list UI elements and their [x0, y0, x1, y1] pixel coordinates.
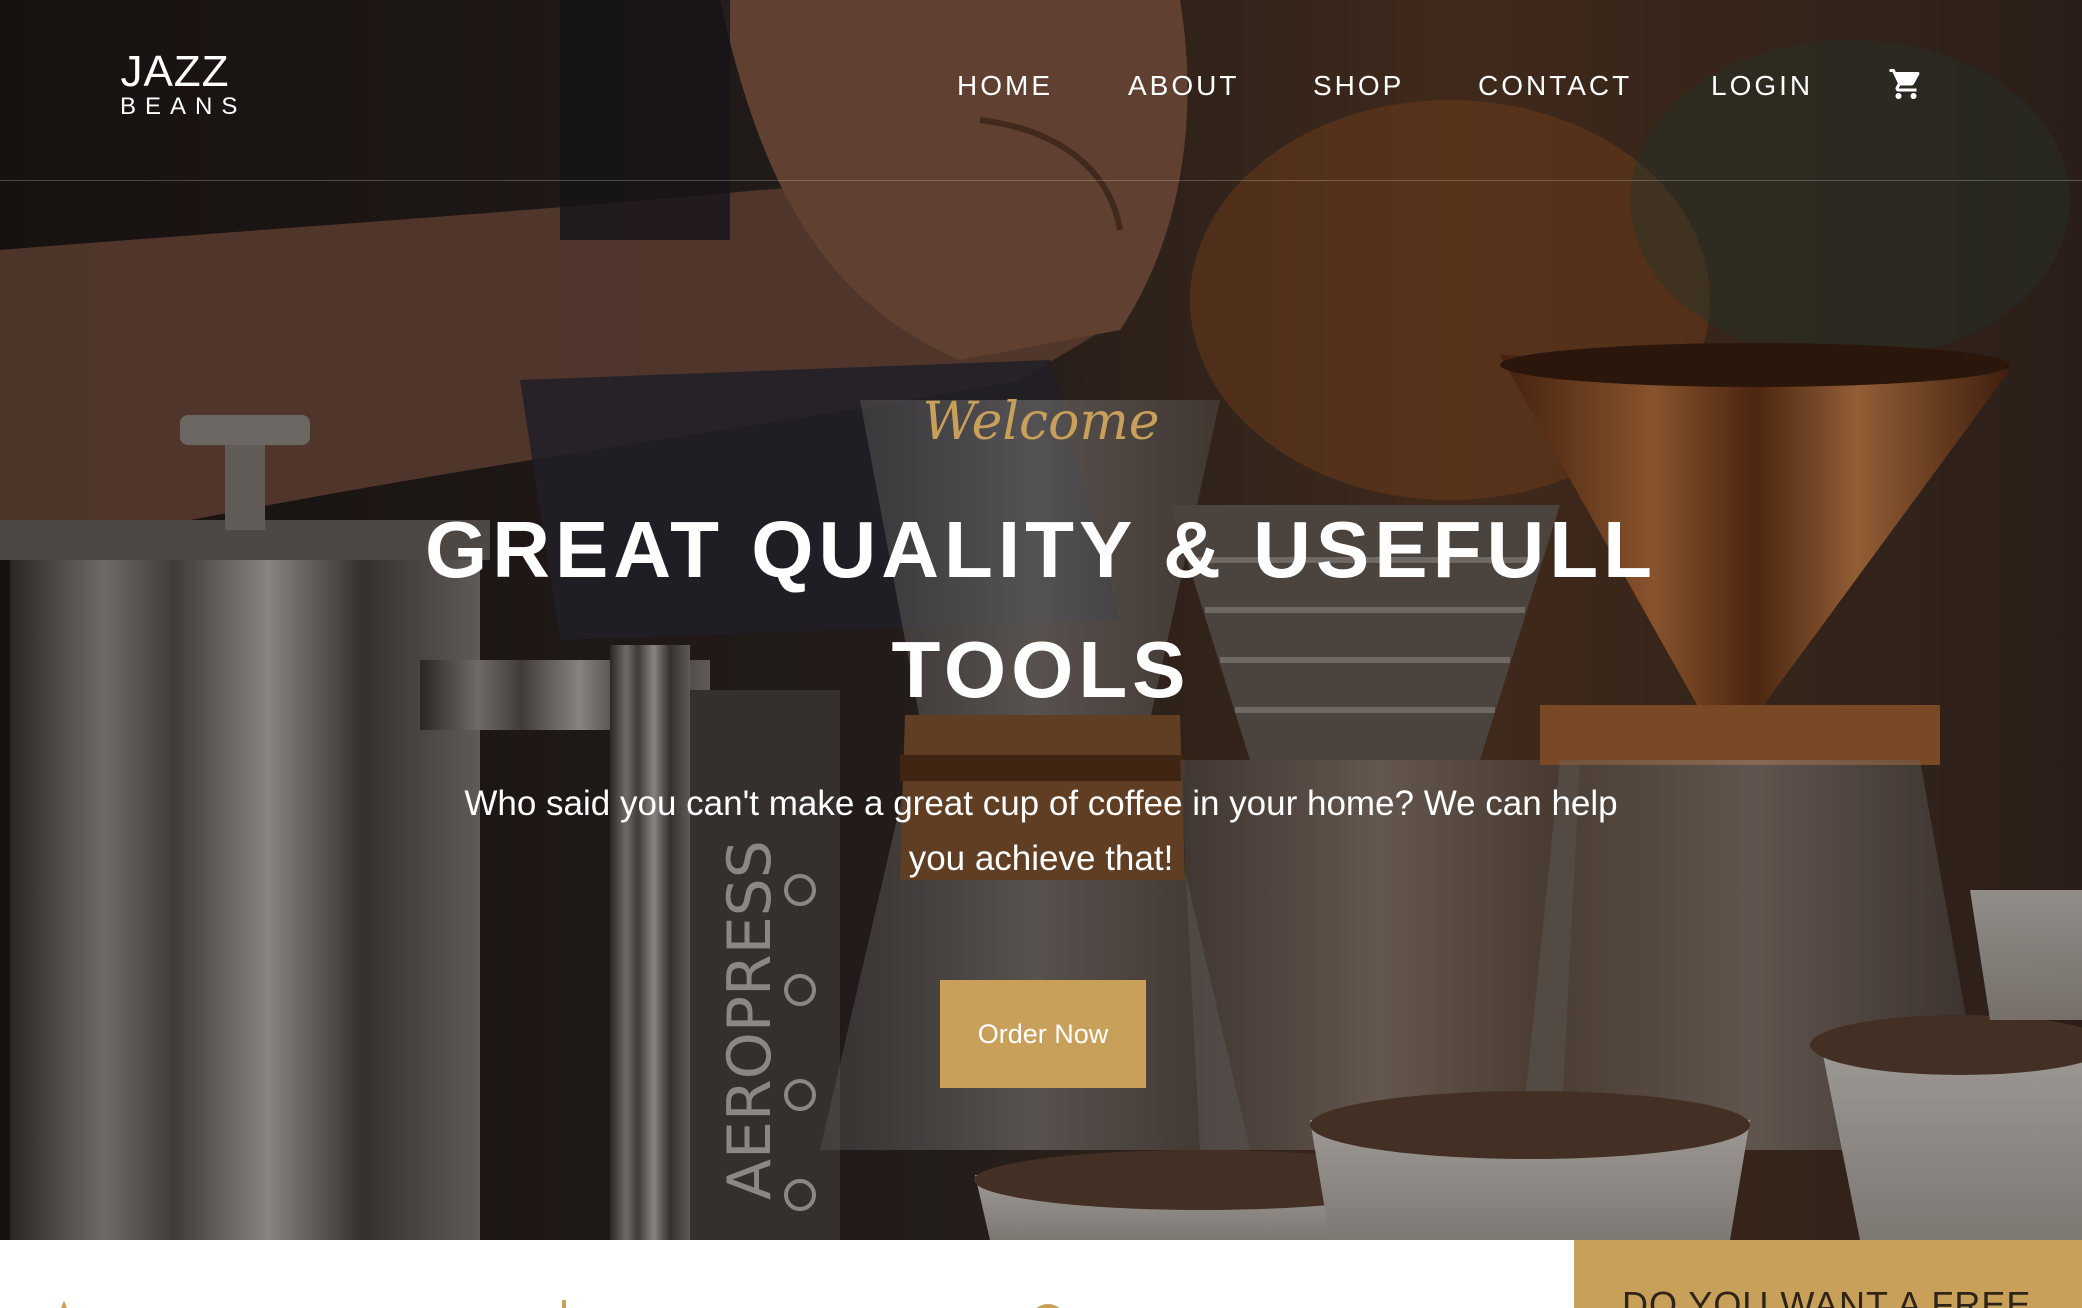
hero-subtitle: Who said you can't make a great cup of c…	[464, 784, 1618, 878]
hero-section: AEROPRESS JAZZ BEANS HOME ABOUT SHOP CON…	[0, 0, 2082, 1240]
brand-logo[interactable]: JAZZ BEANS	[112, 50, 238, 120]
nav-about[interactable]: ABOUT	[1128, 70, 1239, 102]
nav-shop[interactable]: SHOP	[1313, 70, 1404, 102]
site-header: JAZZ BEANS HOME ABOUT SHOP CONTACT LOGIN	[0, 0, 2082, 181]
nav-login[interactable]: LOGIN	[1711, 70, 1813, 102]
nav-contact[interactable]: CONTACT	[1478, 70, 1632, 102]
feature-icon-3	[1036, 1304, 1060, 1308]
features-strip: DO YOU WANT A FREE	[0, 1240, 2082, 1308]
feature-icon-1	[61, 1300, 67, 1308]
brand-name-bottom: BEANS	[120, 93, 247, 120]
cart-icon[interactable]	[1888, 66, 1924, 102]
hero-title: GREAT QUALITY & USEFULL TOOLS	[424, 505, 1658, 714]
brand-name-top: JAZZ	[120, 47, 230, 96]
feature-icon-2	[558, 1300, 570, 1308]
nav-home[interactable]: HOME	[957, 70, 1053, 102]
hero-welcome-script: Welcome	[922, 392, 1160, 452]
free-offer-heading: DO YOU WANT A FREE	[1622, 1284, 2032, 1308]
order-now-button[interactable]: Order Now	[940, 980, 1146, 1088]
free-offer-banner[interactable]: DO YOU WANT A FREE	[1574, 1240, 2082, 1308]
